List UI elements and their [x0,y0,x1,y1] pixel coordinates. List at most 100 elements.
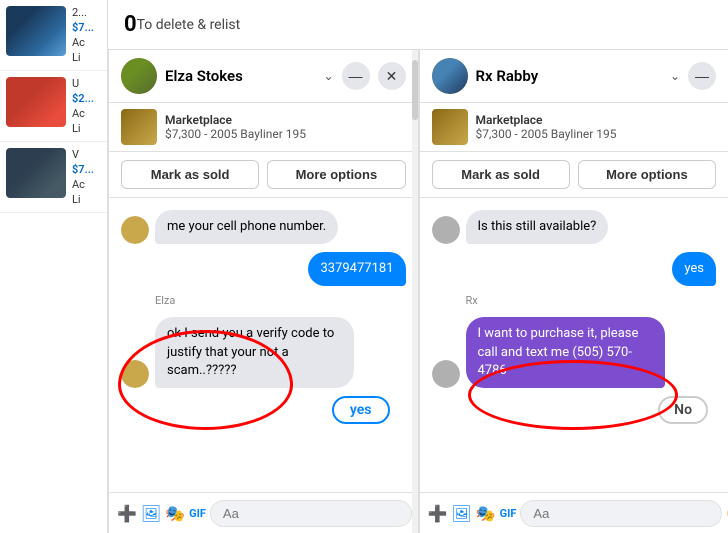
minimize-button-rx[interactable]: — [688,62,716,90]
more-options-button-elza[interactable]: More options [267,160,405,189]
message-row-rx-outgoing-1: yes [432,252,717,286]
topbar-number: 0 [124,12,137,37]
topbar-delete-relist: To delete & relist [137,17,241,33]
chat-header-elza: Elza Stokes ⌄ — ✕ [109,50,418,103]
chevron-down-icon-elza[interactable]: ⌄ [323,69,333,83]
no-badge-rx: No [658,396,708,424]
chat-panel-rx: Rx Rabby ⌄ — Marketplace $7,300 - 2005 B… [419,50,728,533]
listing-price-rx: $7,300 - 2005 Bayliner 195 [476,127,617,141]
sender-name-elza: Elza [155,294,406,307]
msg-avatar-rx-2 [432,360,460,388]
message-row-rx-1: Is this still available? [432,210,717,244]
listing-title-3: V [72,148,94,161]
plus-icon-elza[interactable]: ➕ [117,499,137,527]
chat-input-bar-rx: ➕ 🖼 🎭 GIF 😊 👍 [420,492,728,533]
listing-meta1: Ac [72,36,94,49]
chevron-down-icon-rx[interactable]: ⌄ [670,69,680,83]
plus-icon-rx[interactable]: ➕ [428,499,448,527]
listing-info-3: V $7... Ac Li [72,148,94,206]
message-row: me your cell phone number. [121,210,406,244]
avatar-rx [432,58,468,94]
listing-details-elza: Marketplace $7,300 - 2005 Bayliner 195 [165,113,306,141]
marketplace-label-rx: Marketplace [476,113,617,127]
minimize-button-elza[interactable]: — [342,62,370,90]
listing-price-3: $7... [72,163,94,176]
listing-info: 2... $7... Ac Li [72,6,94,64]
listing-details-rx: Marketplace $7,300 - 2005 Bayliner 195 [476,113,617,141]
listing-info-elza: Marketplace $7,300 - 2005 Bayliner 195 [109,103,418,152]
msg-avatar-elza-2 [121,360,149,388]
marketplace-label-elza: Marketplace [165,113,306,127]
image-icon-rx[interactable]: 🖼 [451,499,471,527]
no-badge-row: No [432,396,717,424]
message-bubble-incoming-1: me your cell phone number. [155,210,338,244]
message-row-outgoing-1: 3379477181 [121,252,406,286]
messages-area-rx: Is this still available? yes Rx I want t… [420,198,728,492]
avatar-img-rx [432,58,468,94]
yes-badge-row: yes [121,396,406,424]
listing-price-2: $2... [72,92,94,105]
avatar-img-small-elza-2 [121,360,149,388]
chat-panel-elza: Elza Stokes ⌄ — ✕ Marketplace $7,300 - 2… [108,50,418,533]
scroll-indicator-elza[interactable] [412,50,418,533]
listing-meta1-3: Ac [72,178,94,191]
listing-thumbnail-bag [6,77,66,127]
listing-meta2-2: Li [72,122,94,135]
listing-title: 2... [72,6,94,19]
chat-name-elza: Elza Stokes [165,67,315,85]
sidebar: 2... $7... Ac Li U $2... Ac Li V $7... A… [0,0,108,533]
listing-info-2: U $2... Ac Li [72,77,94,135]
close-button-elza[interactable]: ✕ [378,62,406,90]
gif-icon-elza[interactable]: GIF [189,499,206,527]
chats-area: Elza Stokes ⌄ — ✕ Marketplace $7,300 - 2… [108,50,728,533]
sender-name-rx: Rx [466,294,717,307]
listing-thumb-rx [432,109,468,145]
message-bubble-rx-purple: I want to purchase it, please call and t… [466,317,665,388]
sidebar-listing-tech[interactable]: V $7... Ac Li [0,142,107,213]
sticker-icon-rx[interactable]: 🎭 [476,499,496,527]
message-bubble-rx-outgoing-1: yes [672,252,716,286]
image-icon-elza[interactable]: 🖼 [141,499,161,527]
chat-input-field-elza[interactable] [210,500,412,527]
top-bar: 0 To delete & relist [108,0,728,50]
message-bubble-incoming-2: ok I send you a verify code to justify t… [155,317,354,388]
chat-header-actions-elza: — ✕ [342,62,406,90]
mark-as-sold-button-rx[interactable]: Mark as sold [432,160,570,189]
listing-title-2: U [72,77,94,90]
sidebar-listing-boat[interactable]: 2... $7... Ac Li [0,0,107,71]
main-container: 2... $7... Ac Li U $2... Ac Li V $7... A… [0,0,728,533]
listing-price-elza: $7,300 - 2005 Bayliner 195 [165,127,306,141]
message-row-rx-incoming-2: I want to purchase it, please call and t… [432,317,717,388]
chat-header-actions-rx: — [688,62,716,90]
listing-thumbnail-tech [6,148,66,198]
listing-price: $7... [72,21,94,34]
scroll-thumb-elza [412,60,418,120]
chat-name-rx: Rx Rabby [476,67,662,85]
avatar-img-small-rx [432,216,460,244]
chat-input-field-rx[interactable] [520,500,722,527]
avatar-img-small-elza [121,216,149,244]
more-options-button-rx[interactable]: More options [578,160,716,189]
listing-meta1-2: Ac [72,107,94,120]
chat-header-rx: Rx Rabby ⌄ — [420,50,728,103]
listing-thumbnail-boat [6,6,66,56]
message-row-incoming-2: ok I send you a verify code to justify t… [121,317,406,388]
yes-badge-elza: yes [332,396,390,424]
avatar-img-elza [121,58,157,94]
avatar-img-small-rx-2 [432,360,460,388]
listing-meta2-3: Li [72,193,94,206]
action-buttons-elza: Mark as sold More options [109,152,418,198]
sidebar-listing-bag[interactable]: U $2... Ac Li [0,71,107,142]
sticker-icon-elza[interactable]: 🎭 [165,499,185,527]
avatar-elza [121,58,157,94]
chat-input-bar-elza: ➕ 🖼 🎭 GIF • 😊 👍 [109,492,418,533]
listing-thumb-elza [121,109,157,145]
listing-meta2: Li [72,51,94,64]
message-bubble-outgoing-1: 3379477181 [308,252,405,286]
messages-area-elza: me your cell phone number. 3379477181 El… [109,198,418,492]
action-buttons-rx: Mark as sold More options [420,152,728,198]
msg-avatar-rx [432,216,460,244]
message-bubble-rx-incoming-1: Is this still available? [466,210,609,244]
gif-icon-rx[interactable]: GIF [500,499,517,527]
mark-as-sold-button-elza[interactable]: Mark as sold [121,160,259,189]
